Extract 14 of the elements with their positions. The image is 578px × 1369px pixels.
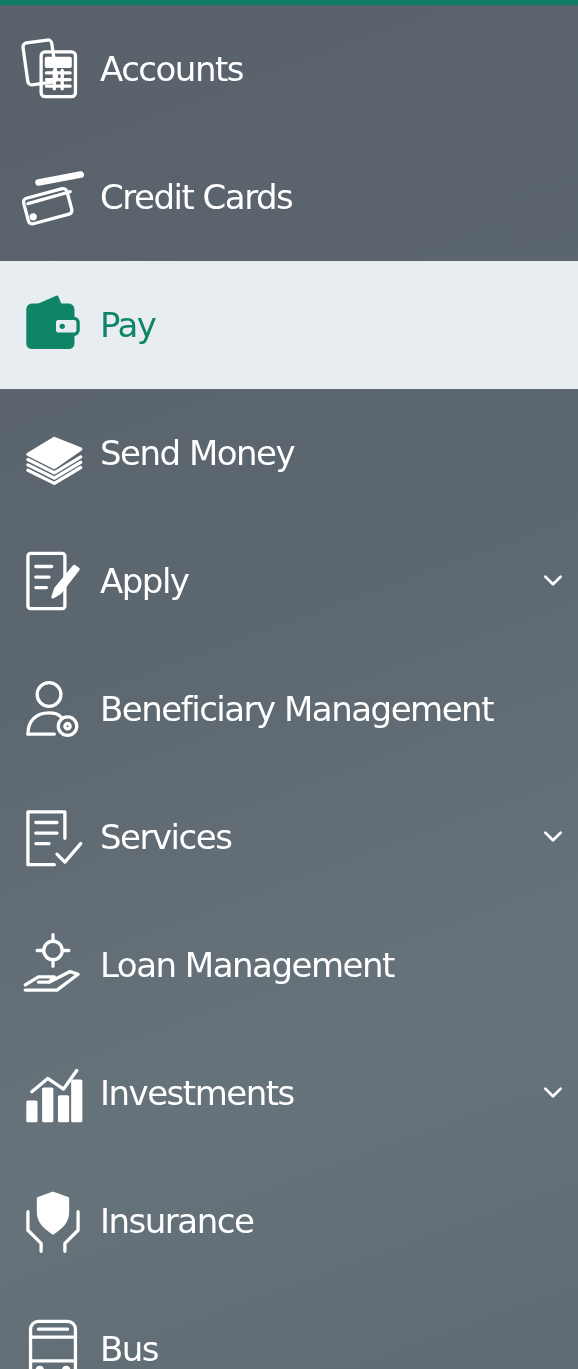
menu-item[interactable]: Insurance	[0, 1157, 578, 1285]
menu-item[interactable]: Beneficiary Management	[0, 645, 578, 773]
chevron-down-icon	[542, 574, 564, 588]
menu-item[interactable]: Services	[0, 773, 578, 901]
menu-item[interactable]: Credit Cards	[0, 133, 578, 261]
menu-item[interactable]: Loan Management	[0, 901, 578, 1029]
menu-item[interactable]: Accounts	[0, 5, 578, 133]
menu-item[interactable]: Send Money	[0, 389, 578, 517]
chevron-down-icon	[542, 830, 564, 844]
menu-item[interactable]: Bus	[0, 1285, 578, 1369]
menu-item[interactable]: Apply	[0, 517, 578, 645]
menu-item[interactable]: Pay	[0, 261, 578, 389]
menu-item[interactable]: Investments	[0, 1029, 578, 1157]
chevron-down-icon	[542, 1086, 564, 1100]
